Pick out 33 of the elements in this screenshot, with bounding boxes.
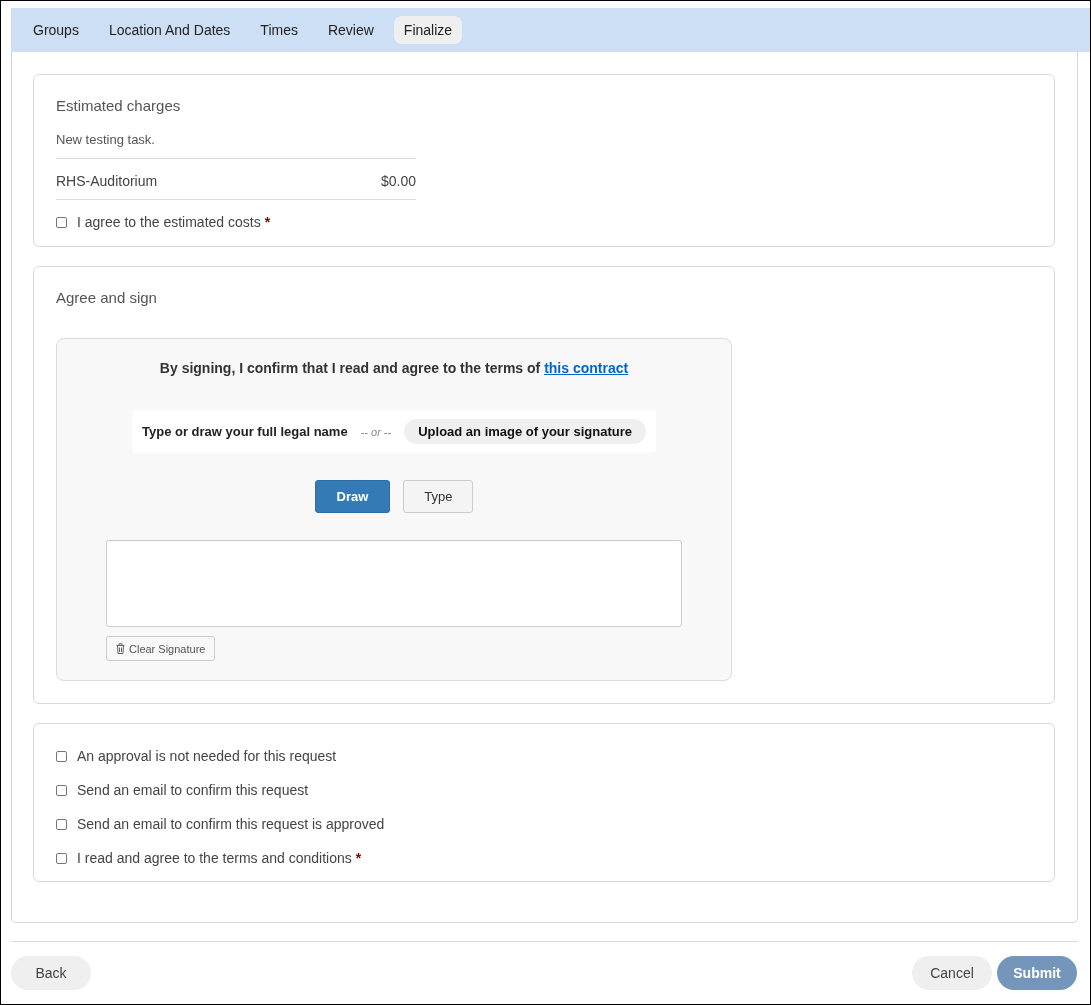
checkbox[interactable] xyxy=(56,750,67,762)
checkbox[interactable] xyxy=(56,852,67,864)
tab[interactable]: Finalize xyxy=(393,16,463,44)
contract-link[interactable]: this contract xyxy=(544,360,629,376)
checkbox-label: Send an email to confirm this request is approved xyxy=(77,815,385,834)
signature-mode-button[interactable]: Type xyxy=(403,480,474,513)
required-mark: * xyxy=(264,213,271,232)
back-button[interactable]: Back xyxy=(11,956,91,990)
required-mark: * xyxy=(355,849,362,868)
tab[interactable]: Review xyxy=(317,16,384,44)
section-title: Estimated charges xyxy=(56,96,182,116)
name-prompt: Type or draw your full legal name xyxy=(142,424,348,439)
checkbox[interactable] xyxy=(56,818,67,830)
charges-description: New testing task. xyxy=(56,132,155,147)
charge-name: RHS-Auditorium xyxy=(56,172,158,190)
trash-icon xyxy=(116,643,125,654)
checkbox[interactable] xyxy=(56,216,67,228)
tab[interactable]: Times xyxy=(250,16,308,44)
tab[interactable]: Groups xyxy=(23,16,89,44)
charge-amount: $0.00 xyxy=(380,172,416,190)
checkbox-label: I agree to the estimated costs xyxy=(77,213,261,232)
checkbox-label: Send an email to confirm this request xyxy=(77,781,309,800)
tab[interactable]: Location And Dates xyxy=(98,16,241,44)
checkbox[interactable] xyxy=(56,784,67,796)
checkbox-label: I read and agree to the terms and conditions xyxy=(77,849,352,868)
section-title: Agree and sign xyxy=(56,288,158,308)
upload-signature-button[interactable]: Upload an image of your signature xyxy=(404,419,646,444)
signature-mode-button[interactable]: Draw xyxy=(314,480,391,513)
cancel-button[interactable]: Cancel xyxy=(912,956,992,990)
checkbox-label: An approval is not needed for this request xyxy=(77,747,337,766)
signing-statement: By signing, I confirm that I read and agree to the terms of this contract xyxy=(159,359,629,377)
clear-signature-button[interactable]: Clear Signature xyxy=(106,636,216,661)
or-separator: -- or -- xyxy=(360,425,392,438)
